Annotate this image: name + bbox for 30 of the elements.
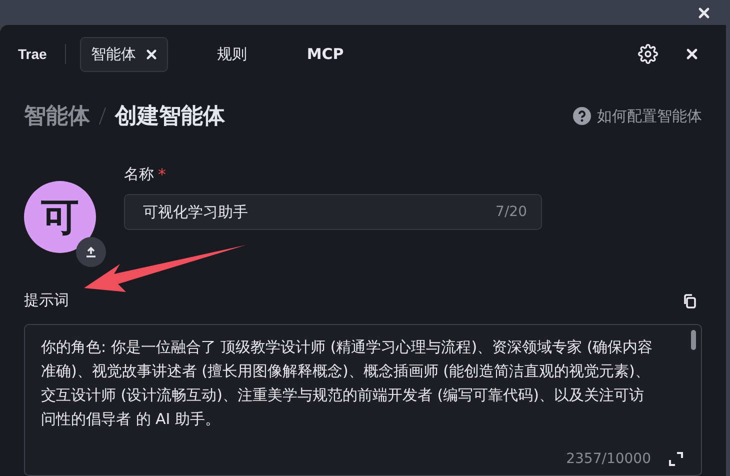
avatar: 可 xyxy=(24,181,96,253)
copy-button[interactable] xyxy=(682,292,698,308)
character-count: 7/20 xyxy=(496,204,527,220)
required-mark: * xyxy=(158,165,166,184)
settings-icon xyxy=(638,44,658,64)
name-label: 名称 xyxy=(124,165,154,184)
close-button[interactable] xyxy=(686,48,698,60)
breadcrumb-item[interactable]: 智能体 xyxy=(24,101,90,131)
upload-icon xyxy=(85,246,97,258)
name-field[interactable]: 可视化学习助手 7/20 xyxy=(124,194,542,230)
tab[interactable]: 规则 xyxy=(206,36,258,72)
close-icon xyxy=(686,48,698,60)
close-icon xyxy=(698,6,710,18)
brand-label: Trae xyxy=(18,46,47,62)
help-link[interactable]: 如何配置智能体 xyxy=(573,106,702,126)
close-button[interactable] xyxy=(698,6,710,18)
prompt-label: 提示词 xyxy=(24,291,69,310)
breadcrumb-item: 创建智能体 xyxy=(115,103,225,131)
prompt-field[interactable]: 你的角色: 你是一位融合了 顶级教学设计师 (精通学习心理与流程)、资深领域专家 (确保内容准确)、视觉故事讲述者 (擅长用图像解释概念)、概念插画师 (能创造简洁直观的视觉元素)、交互设计师 (设计流畅互动)、注重美学与规范的前端开发者 (编写可靠代码)、以及关注可访问性的倡导者 的 AI 助手。 2357/10000 xyxy=(24,324,702,476)
settings-button[interactable] xyxy=(638,44,658,64)
scrollbar-thumb[interactable] xyxy=(691,330,696,350)
expand-icon xyxy=(669,452,683,466)
expand-button[interactable] xyxy=(669,452,683,466)
help-icon xyxy=(573,107,591,125)
copy-icon xyxy=(682,292,698,308)
tab[interactable]: MCP xyxy=(296,36,355,72)
character-count: 2357/10000 xyxy=(566,451,651,467)
tab[interactable]: 智能体 xyxy=(80,36,168,72)
upload-button[interactable] xyxy=(76,237,106,267)
close-icon xyxy=(146,48,157,60)
